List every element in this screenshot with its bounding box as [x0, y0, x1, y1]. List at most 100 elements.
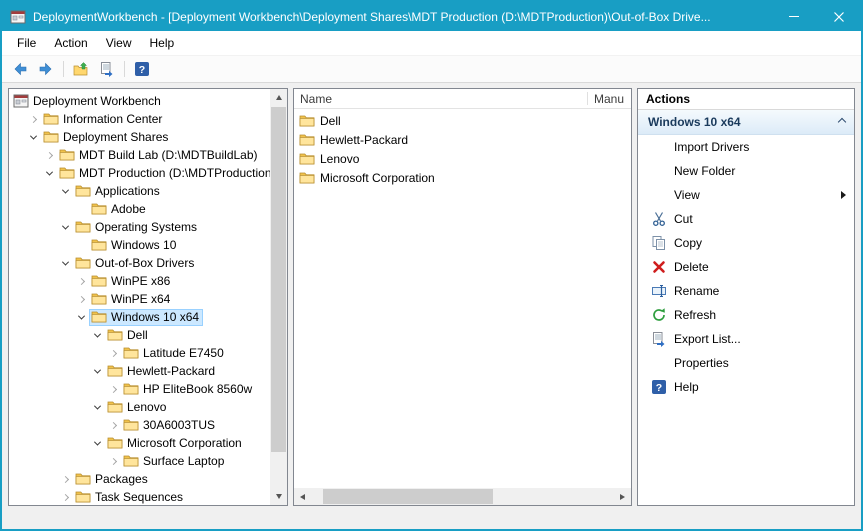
chevron-right-icon[interactable] [45, 151, 52, 158]
chevron-down-icon[interactable] [93, 438, 100, 445]
action-icon-spacer [651, 163, 667, 179]
chevron-right-icon[interactable] [29, 115, 36, 122]
column-header-name[interactable]: Name [294, 92, 332, 106]
toolbar-back-button[interactable] [7, 57, 33, 81]
tree-item-winpe-x86[interactable]: WinPE x86 [9, 272, 270, 290]
chevron-down-icon[interactable] [61, 186, 68, 193]
list-item-lenovo[interactable]: Lenovo [294, 149, 631, 168]
tree-item-task-sequences[interactable]: Task Sequences [9, 488, 270, 506]
menu-help[interactable]: Help [141, 32, 184, 54]
action-label: Import Drivers [674, 140, 749, 154]
chevron-down-icon[interactable] [93, 402, 100, 409]
tree-item-label: Microsoft Corporation [127, 436, 242, 450]
chevron-down-icon[interactable] [93, 330, 100, 337]
tree-item-label: Dell [127, 328, 148, 342]
tree-item-adobe[interactable]: Adobe [9, 200, 270, 218]
tree-item-dell[interactable]: Dell [9, 326, 270, 344]
minimize-button[interactable] [771, 2, 816, 31]
folder-icon [107, 327, 123, 343]
action-delete[interactable]: Delete [638, 255, 854, 279]
tree-item-out-of-box-drivers[interactable]: Out-of-Box Drivers [9, 254, 270, 272]
delete-icon-box [651, 259, 667, 275]
vertical-scroll-thumb[interactable] [271, 107, 286, 452]
tree-item-30a6003tus[interactable]: 30A6003TUS [9, 416, 270, 434]
action-properties[interactable]: Properties [638, 351, 854, 375]
tree-item-surface-laptop[interactable]: Surface Laptop [9, 452, 270, 470]
chevron-right-icon[interactable] [109, 457, 116, 464]
cut-icon [651, 211, 667, 227]
chevron-right-icon[interactable] [77, 295, 84, 302]
chevron-right-icon[interactable] [109, 421, 116, 428]
folder-icon [43, 129, 59, 145]
chevron-right-icon[interactable] [109, 349, 116, 356]
tree-item-latitude-e7450[interactable]: Latitude E7450 [9, 344, 270, 362]
chevron-down-icon[interactable] [45, 168, 52, 175]
menu-action[interactable]: Action [45, 32, 96, 54]
action-view[interactable]: View [638, 183, 854, 207]
toolbar-up-one-level-button[interactable] [68, 57, 94, 81]
list-item-dell[interactable]: Dell [294, 111, 631, 130]
tree-item-deployment-workbench[interactable]: Deployment Workbench [9, 92, 270, 110]
tree-item-lenovo[interactable]: Lenovo [9, 398, 270, 416]
action-import-drivers[interactable]: Import Drivers [638, 135, 854, 159]
minimize-icon [789, 16, 799, 17]
toolbar-help-button[interactable] [129, 57, 155, 81]
close-button[interactable] [816, 2, 861, 31]
chevron-right-icon[interactable] [61, 493, 68, 500]
chevron-right-icon[interactable] [61, 475, 68, 482]
menu-view[interactable]: View [97, 32, 141, 54]
action-rename[interactable]: Rename [638, 279, 854, 303]
scroll-up-button[interactable] [270, 89, 287, 106]
list-item-hewlett-packard[interactable]: Hewlett-Packard [294, 130, 631, 149]
tree-item-hp-elitebook-8560w[interactable]: HP EliteBook 8560w [9, 380, 270, 398]
action-help[interactable]: Help [638, 375, 854, 399]
folder-icon [91, 237, 107, 253]
tree-item-microsoft-corporation[interactable]: Microsoft Corporation [9, 434, 270, 452]
action-new-folder[interactable]: New Folder [638, 159, 854, 183]
list-item-label: Hewlett-Packard [320, 133, 408, 147]
tree-item-windows-10[interactable]: Windows 10 [9, 236, 270, 254]
list-horizontal-scrollbar[interactable] [294, 488, 631, 505]
help-icon-box [651, 379, 667, 395]
folder-icon [107, 399, 123, 415]
actions-group-header[interactable]: Windows 10 x64 [638, 110, 854, 135]
tree-item-mdt-production-d-mdtproduction[interactable]: MDT Production (D:\MDTProduction) [9, 164, 270, 182]
action-refresh[interactable]: Refresh [638, 303, 854, 327]
list-item-microsoft-corporation[interactable]: Microsoft Corporation [294, 168, 631, 187]
rename-icon [651, 283, 667, 299]
toolbar-separator [124, 61, 125, 77]
toolbar-export-list-button[interactable] [94, 57, 120, 81]
scroll-right-button[interactable] [614, 488, 631, 505]
tree-item-operating-systems[interactable]: Operating Systems [9, 218, 270, 236]
scroll-down-button[interactable] [270, 488, 287, 505]
chevron-down-icon[interactable] [77, 312, 84, 319]
tree-item-applications[interactable]: Applications [9, 182, 270, 200]
action-copy[interactable]: Copy [638, 231, 854, 255]
chevron-right-icon[interactable] [77, 277, 84, 284]
chevron-down-icon[interactable] [61, 258, 68, 265]
chevron-down-icon[interactable] [29, 132, 36, 139]
scroll-left-button[interactable] [294, 488, 311, 505]
column-divider[interactable] [587, 92, 588, 105]
tree-item-mdt-build-lab-d-mdtbuildlab[interactable]: MDT Build Lab (D:\MDTBuildLab) [9, 146, 270, 164]
tree-item-winpe-x64[interactable]: WinPE x64 [9, 290, 270, 308]
tree-item-windows-10-x64[interactable]: Windows 10 x64 [9, 308, 270, 326]
tree-item-hewlett-packard[interactable]: Hewlett-Packard [9, 362, 270, 380]
chevron-down-icon[interactable] [93, 366, 100, 373]
menu-file[interactable]: File [8, 32, 45, 54]
tree-item-deployment-shares[interactable]: Deployment Shares [9, 128, 270, 146]
tree-item-packages[interactable]: Packages [9, 470, 270, 488]
tree-vertical-scrollbar[interactable] [270, 89, 287, 505]
chevron-right-icon[interactable] [109, 385, 116, 392]
action-export-list[interactable]: Export List... [638, 327, 854, 351]
folder-icon [91, 273, 107, 289]
toolbar-forward-button[interactable] [33, 57, 59, 81]
horizontal-scroll-thumb[interactable] [323, 489, 493, 504]
tree-item-information-center[interactable]: Information Center [9, 110, 270, 128]
collapse-group-icon[interactable] [838, 118, 846, 126]
folder-icon [91, 291, 107, 307]
chevron-down-icon[interactable] [61, 222, 68, 229]
refresh-icon-box [651, 307, 667, 323]
column-header-manufacturer[interactable]: Manu [594, 92, 624, 106]
action-cut[interactable]: Cut [638, 207, 854, 231]
